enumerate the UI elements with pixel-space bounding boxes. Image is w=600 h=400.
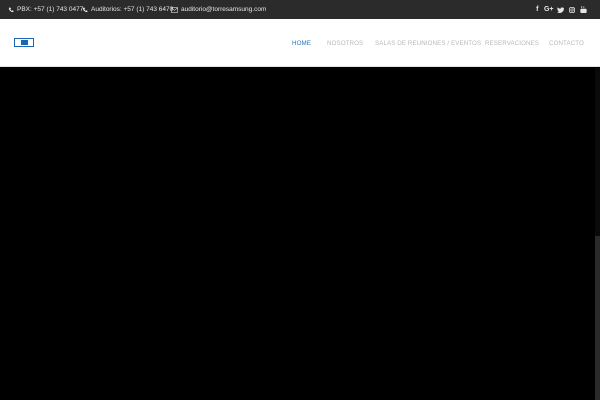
envelope-icon <box>171 6 178 13</box>
email-contact[interactable]: auditorio@torresamsung.com <box>171 0 266 19</box>
nav-nosotros[interactable]: NOSOTROS <box>327 19 363 67</box>
nav-reservaciones-link[interactable]: RESERVACIONES <box>485 40 539 47</box>
nav-contacto-link[interactable]: CONTACTO <box>549 40 584 47</box>
pbx-contact[interactable]: PBX: +57 (1) 743 0477 <box>8 0 83 19</box>
nav-contacto[interactable]: CONTACTO <box>549 19 584 67</box>
auditorios-text: Auditorios: +57 (1) 743 6470 <box>91 6 174 13</box>
google-plus-icon[interactable]: G+ <box>543 0 555 19</box>
auditorios-contact[interactable]: Auditorios: +57 (1) 743 6470 <box>82 0 173 19</box>
instagram-icon[interactable] <box>566 0 578 19</box>
nav-home-link[interactable]: HOME <box>292 40 311 47</box>
site-header: HOME NOSOTROS SALAS DE REUNIONES / EVENT… <box>0 19 600 67</box>
nav-home[interactable]: HOME <box>292 19 311 67</box>
social-links: f G+ <box>532 0 590 19</box>
nav-salas[interactable]: SALAS DE REUNIONES / EVENTOS <box>375 19 481 67</box>
logo-mark <box>20 40 28 45</box>
pbx-text: PBX: +57 (1) 743 0477 <box>17 6 84 13</box>
facebook-icon[interactable]: f <box>532 0 544 19</box>
hero-slider <box>0 68 600 400</box>
nav-nosotros-link[interactable]: NOSOTROS <box>327 40 363 47</box>
phone-icon <box>82 7 88 12</box>
youtube-icon[interactable] <box>578 0 590 19</box>
nav-salas-link[interactable]: SALAS DE REUNIONES / EVENTOS <box>375 40 481 47</box>
scrollbar-thumb[interactable] <box>595 236 600 400</box>
twitter-icon[interactable] <box>555 0 567 19</box>
scrollbar[interactable] <box>595 68 600 400</box>
email-text: auditorio@torresamsung.com <box>181 6 267 13</box>
top-bar: PBX: +57 (1) 743 0477 Auditorios: +57 (1… <box>0 0 600 19</box>
nav-reservaciones[interactable]: RESERVACIONES <box>485 19 539 67</box>
logo-icon[interactable] <box>14 38 34 47</box>
phone-icon <box>8 7 14 12</box>
